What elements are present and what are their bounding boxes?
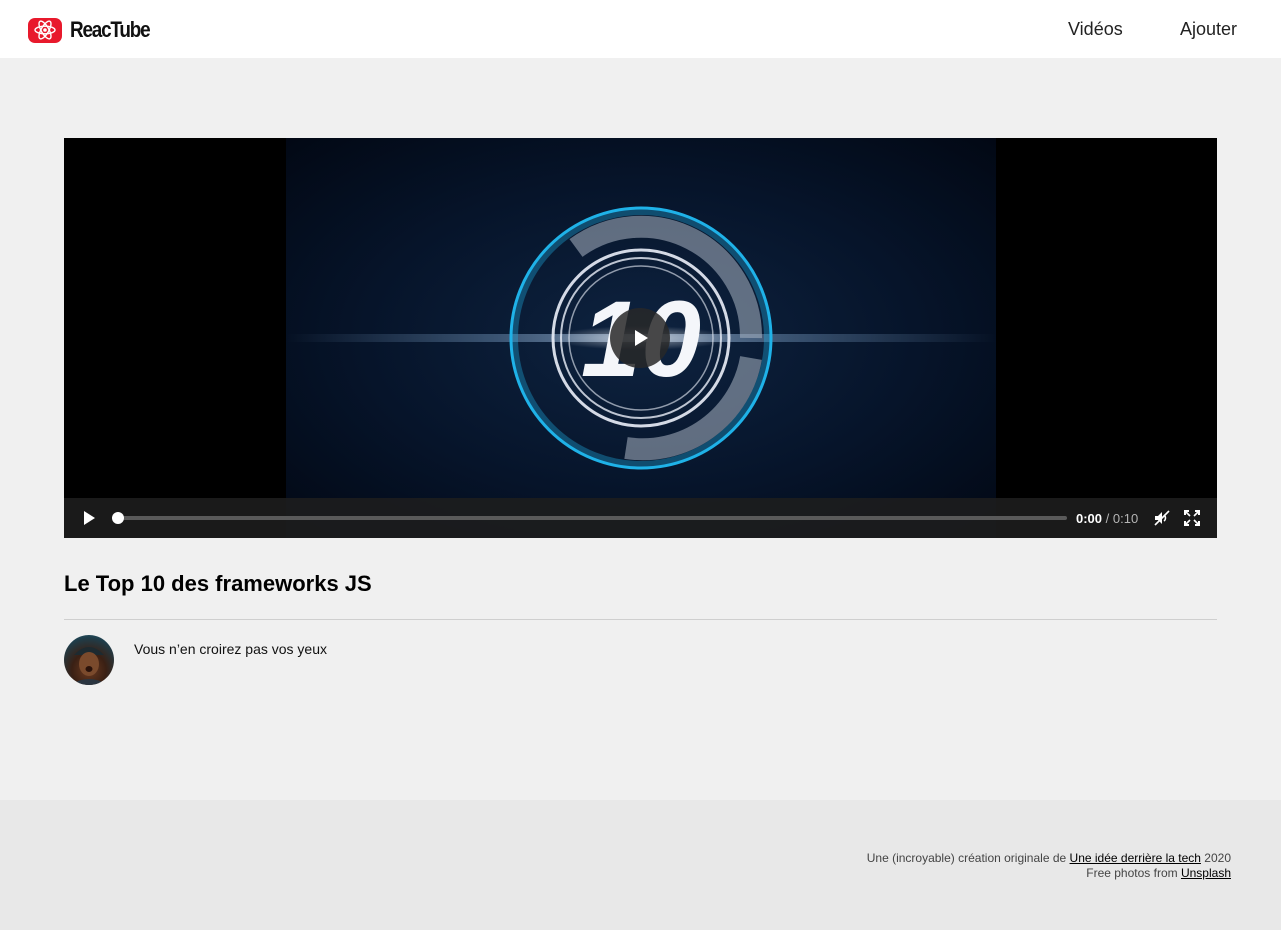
avatar[interactable] — [64, 635, 114, 685]
divider — [64, 619, 1217, 620]
big-play-button[interactable] — [610, 308, 670, 368]
muted-speaker-icon[interactable] — [1153, 509, 1171, 527]
brand-name: ReacTube — [70, 17, 151, 42]
nav-add-link[interactable]: Ajouter — [1180, 19, 1237, 40]
play-icon — [635, 330, 648, 346]
footer-credits-prefix: Une (incroyable) création originale de — [866, 851, 1067, 865]
footer-photos-prefix: Free photos from — [1086, 866, 1178, 880]
logo[interactable]: ReacTube — [28, 17, 162, 43]
top-bar: ReacTube Vidéos Ajouter — [0, 0, 1281, 58]
video-title: Le Top 10 des frameworks JS — [64, 571, 372, 596]
footer: Une (incroyable) création originale de U… — [0, 800, 1281, 930]
nav-videos-link[interactable]: Vidéos — [1068, 19, 1123, 40]
footer-photos: Free photos from Unsplash — [1086, 866, 1231, 880]
progress-track[interactable] — [116, 516, 1067, 520]
time-display: 0:00 / 0:10 — [1076, 511, 1138, 526]
react-atom-icon — [28, 17, 62, 43]
current-time: 0:00 — [1076, 511, 1103, 526]
play-icon[interactable] — [80, 509, 98, 527]
footer-year: 2020 — [1204, 851, 1231, 865]
footer-credits: Une (incroyable) création originale de U… — [867, 851, 1231, 865]
duration: 0:10 — [1112, 511, 1139, 526]
unsplash-link[interactable]: Unsplash — [1181, 866, 1231, 880]
video-player[interactable]: 10 0:00 / 0:10 — [64, 138, 1217, 538]
fullscreen-icon[interactable] — [1184, 510, 1200, 526]
video-description: Vous n’en croirez pas vos yeux — [134, 641, 327, 657]
player-controls: 0:00 / 0:10 — [64, 498, 1217, 538]
progress-thumb[interactable] — [112, 512, 124, 524]
author-link[interactable]: Une idée derrière la tech — [1070, 851, 1201, 865]
time-separator: / — [1105, 511, 1110, 526]
